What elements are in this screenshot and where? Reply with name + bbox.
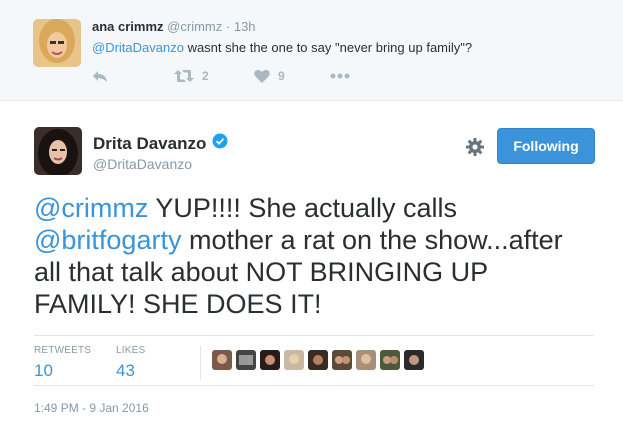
liker-avatar[interactable]	[212, 350, 232, 370]
tweet-body-part: YUP!!!! She actually calls	[148, 193, 458, 223]
retweets-label: RETWEETS	[34, 345, 92, 356]
likers-avatars	[212, 350, 428, 370]
mention-link[interactable]: @crimmz	[34, 193, 148, 223]
author-handle[interactable]: @DritaDavanzo	[93, 156, 192, 172]
author-name-row: Drita Davanzo	[93, 133, 228, 154]
tweet-actions: 2 9	[92, 66, 392, 86]
following-button[interactable]: Following	[497, 128, 595, 164]
liker-avatar[interactable]	[332, 350, 352, 370]
verified-badge-icon	[212, 133, 228, 154]
reply-button[interactable]	[92, 66, 108, 86]
author-name[interactable]: Drita Davanzo	[93, 134, 206, 154]
retweet-count: 2	[202, 69, 209, 83]
likes-label: LIKES	[116, 345, 146, 356]
retweet-button[interactable]: 2	[174, 66, 209, 86]
gear-icon[interactable]	[465, 137, 485, 157]
author-handle[interactable]: @crimmz	[167, 19, 222, 34]
reply-header: ana crimmz @crimmz · 13h	[92, 19, 256, 34]
reply-text: @DritaDavanzo wasnt she the one to say "…	[92, 40, 472, 55]
retweets-value: 10	[34, 361, 53, 380]
liker-avatar[interactable]	[308, 350, 328, 370]
divider	[34, 335, 594, 336]
reply-tweet[interactable]: ana crimmz @crimmz · 13h @DritaDavanzo w…	[0, 0, 623, 101]
tweet-timestamp[interactable]: 1:49 PM - 9 Jan 2016	[34, 401, 149, 415]
liker-avatar[interactable]	[356, 350, 376, 370]
retweet-icon	[174, 70, 194, 82]
avatar[interactable]	[34, 127, 82, 175]
tweet-time[interactable]: 13h	[234, 19, 256, 34]
liker-avatar[interactable]	[236, 350, 256, 370]
more-button[interactable]	[330, 66, 350, 86]
mention-link[interactable]: @DritaDavanzo	[92, 40, 184, 55]
likes-value: 43	[116, 361, 135, 380]
reply-body: wasnt she the one to say "never bring up…	[183, 40, 473, 55]
heart-icon	[254, 69, 270, 83]
separator: ·	[225, 19, 231, 34]
reply-icon	[93, 71, 107, 82]
author-name[interactable]: ana crimmz	[92, 19, 164, 34]
divider	[34, 385, 594, 386]
tweet-text: @crimmz YUP!!!! She actually calls @brit…	[34, 192, 594, 320]
retweets-stat[interactable]: RETWEETS 10	[34, 345, 91, 381]
more-dots-icon	[330, 73, 350, 79]
like-button[interactable]: 9	[254, 66, 285, 86]
liker-avatar[interactable]	[284, 350, 304, 370]
divider	[200, 346, 201, 380]
avatar[interactable]	[33, 19, 81, 67]
liker-avatar[interactable]	[260, 350, 280, 370]
like-count: 9	[278, 69, 285, 83]
liker-avatar[interactable]	[380, 350, 400, 370]
mention-link[interactable]: @britfogarty	[34, 225, 181, 255]
liker-avatar[interactable]	[404, 350, 424, 370]
likes-stat[interactable]: LIKES 43	[116, 345, 145, 381]
